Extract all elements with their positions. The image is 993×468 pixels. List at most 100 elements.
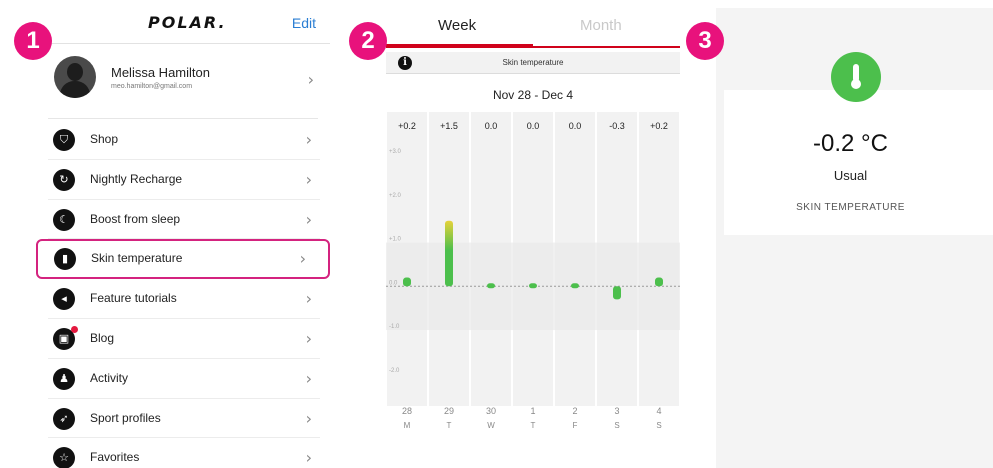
menu-item-skin-temperature[interactable]: ▮ Skin temperature ›	[36, 239, 330, 280]
skin-temperature-chart: +3.0 +2.0 +1.0 0.0 -1.0 -2.0 +0.2 +1.5 0.0 0.0 0.0…	[386, 112, 680, 430]
chart-bar[interactable]	[571, 283, 579, 289]
menu-list: ⛉ Shop › ↻ Nightly Recharge › ☾ Boost fr…	[36, 120, 330, 468]
star-icon: ☆	[53, 447, 75, 468]
x-tick-day: 30	[486, 406, 496, 416]
tab-underline	[533, 46, 680, 48]
menu-item-activity[interactable]: ♟ Activity ›	[48, 359, 320, 399]
y-tick-label: 0.0	[389, 280, 398, 286]
menu-item-label: Nightly Recharge	[90, 171, 183, 186]
value-label: +0.2	[650, 121, 668, 131]
temperature-value: -0.2 °C	[813, 130, 888, 157]
menu-screen: POLAR. Edit Melissa Hamilton meo.hamilto…	[36, 0, 330, 468]
detail-content: -0.2 °C Usual SKIN TEMPERATURE	[716, 0, 993, 468]
chevron-right-icon: ›	[305, 169, 312, 189]
temperature-status: Usual	[833, 168, 868, 183]
menu-item-label: Boost from sleep	[90, 211, 181, 226]
info-title: Skin temperature	[502, 58, 564, 67]
chart-bar[interactable]	[613, 286, 621, 300]
chart-bar[interactable]	[403, 277, 411, 287]
tutorial-icon: ◂	[53, 288, 75, 311]
menu-item-label: Blog	[90, 330, 115, 345]
menu-item-label: Activity	[90, 370, 129, 385]
step-badge-1: 1	[14, 22, 52, 60]
thermometer-icon: ▮	[54, 248, 76, 271]
x-tick-day: 4	[656, 406, 661, 416]
profile-row[interactable]: Melissa Hamilton meo.hamilton@gmail.com …	[36, 52, 330, 112]
menu-item-label: Favorites	[90, 450, 140, 465]
info-bar: i Skin temperature	[386, 52, 680, 74]
value-label: +0.2	[398, 121, 416, 131]
menu-item-blog[interactable]: ▣ Blog ›	[48, 319, 320, 359]
step-badge-2: 2	[349, 22, 387, 60]
polar-logo: POLAR.	[148, 13, 227, 32]
chevron-right-icon: ›	[305, 448, 312, 468]
value-label: +1.5	[440, 121, 458, 131]
x-tick-day: 28	[402, 406, 412, 416]
blog-icon: ▣	[53, 325, 78, 350]
divider	[48, 118, 318, 119]
x-tick-weekday: M	[404, 421, 411, 430]
chevron-right-icon: ›	[307, 70, 314, 89]
x-tick-weekday: T	[447, 421, 452, 430]
chevron-right-icon: ›	[305, 328, 312, 348]
x-tick-day: 29	[444, 406, 454, 416]
value-label: 0.0	[485, 121, 498, 131]
x-tick-day: 1	[530, 406, 535, 416]
sport-profiles-icon: ➶	[53, 407, 75, 430]
profile-email: meo.hamilton@gmail.com	[111, 83, 193, 90]
chart-screen: Week Month i Skin temperature Nov 28 - D…	[386, 0, 680, 468]
x-tick-weekday: S	[656, 421, 661, 430]
edit-button[interactable]: Edit	[292, 15, 316, 31]
chart-bar[interactable]	[529, 283, 537, 289]
chevron-right-icon: ›	[305, 130, 312, 149]
y-tick-label: +3.0	[389, 149, 402, 155]
menu-item-label: Feature tutorials	[90, 291, 177, 306]
chart-area: +3.0 +2.0 +1.0 0.0 -1.0 -2.0 +0.2 +1.5 0.0 0.0 0.0…	[386, 112, 680, 468]
chevron-right-icon: ›	[305, 408, 312, 428]
x-tick-day: 2	[572, 406, 577, 416]
menu-item-shop[interactable]: ⛉ Shop ›	[48, 120, 320, 160]
period-tabs: Week Month	[386, 0, 680, 48]
chevron-right-icon: ›	[299, 249, 306, 269]
x-tick-weekday: S	[614, 421, 619, 430]
menu-item-label: Sport profiles	[90, 410, 161, 425]
step-badge-3: 3	[686, 22, 724, 60]
x-tick-weekday: T	[531, 421, 536, 430]
value-label: 0.0	[569, 121, 582, 131]
chevron-right-icon: ›	[305, 368, 312, 388]
notification-dot	[71, 325, 78, 333]
chevron-right-icon: ›	[305, 209, 312, 229]
menu-item-feature-tutorials[interactable]: ◂ Feature tutorials ›	[48, 279, 320, 319]
menu-item-boost-from-sleep[interactable]: ☾ Boost from sleep ›	[48, 200, 320, 240]
chart-bar[interactable]	[445, 220, 453, 287]
profile-name: Melissa Hamilton	[111, 65, 210, 80]
value-label: 0.0	[527, 121, 540, 131]
x-tick-weekday: W	[487, 421, 495, 430]
menu-item-sport-profiles[interactable]: ➶ Sport profiles ›	[48, 399, 320, 439]
activity-icon: ♟	[53, 367, 75, 390]
chart-bar[interactable]	[655, 277, 663, 287]
moon-icon: ☾	[53, 208, 75, 231]
menu-item-favorites[interactable]: ☆ Favorites ›	[48, 438, 320, 468]
top-bar: POLAR. Edit	[36, 0, 330, 44]
y-tick-label: +2.0	[389, 193, 402, 199]
stage: POLAR. Edit Melissa Hamilton meo.hamilto…	[0, 0, 993, 468]
nightly-recharge-icon: ↻	[53, 168, 75, 191]
chart-bar[interactable]	[487, 283, 495, 289]
y-tick-label: -1.0	[389, 324, 400, 330]
x-tick-day: 3	[614, 406, 619, 416]
temperature-caption: SKIN TEMPERATURE	[796, 202, 905, 213]
menu-item-label: Shop	[90, 132, 119, 146]
x-tick-weekday: F	[573, 421, 578, 430]
tab-month[interactable]: Month	[580, 17, 622, 34]
menu-item-nightly-recharge[interactable]: ↻ Nightly Recharge ›	[48, 160, 320, 200]
menu-item-label: Skin temperature	[91, 251, 183, 266]
active-tab-indicator	[386, 44, 533, 48]
tab-week[interactable]: Week	[438, 17, 476, 34]
thermometer-icon	[831, 52, 881, 102]
value-label: -0.3	[609, 121, 625, 131]
y-tick-label: -2.0	[389, 368, 400, 374]
chevron-right-icon: ›	[305, 289, 312, 309]
date-range: Nov 28 - Dec 4	[492, 88, 574, 102]
avatar	[54, 56, 96, 98]
